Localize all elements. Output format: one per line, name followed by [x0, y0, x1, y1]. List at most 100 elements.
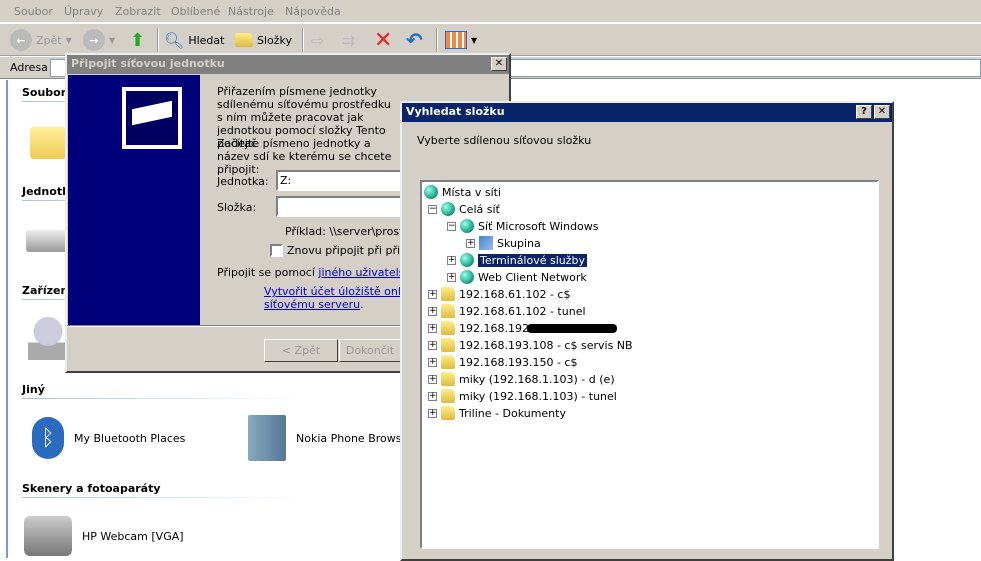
expand-toggle-icon[interactable]: + — [428, 391, 437, 401]
delete-icon[interactable]: ✕ — [374, 24, 392, 56]
share-icon — [441, 321, 455, 335]
list-item-webcam[interactable]: HP Webcam [VGA] — [24, 516, 184, 556]
tree-item[interactable]: +192.168.61.102 - c$ — [428, 286, 570, 302]
folders-icon — [235, 33, 253, 47]
toolbar-divider — [436, 28, 438, 52]
expand-toggle-icon[interactable]: + — [428, 306, 437, 316]
tree-item-label: Web Client Network — [478, 270, 587, 284]
tree-item[interactable]: + Skupina — [466, 235, 541, 251]
folders-button[interactable]: Složky — [235, 24, 292, 56]
expand-toggle-icon[interactable]: + — [428, 289, 437, 299]
menu-bar: Soubor Úpravy Zobrazit Oblíbené Nástroje… — [0, 0, 981, 23]
help-button[interactable]: ? — [856, 105, 872, 119]
expand-toggle-icon[interactable]: − — [428, 204, 437, 214]
folders-label: Složky — [257, 33, 293, 47]
tree-item[interactable]: − Síť Microsoft Windows — [447, 218, 599, 234]
share-icon — [441, 355, 455, 369]
tree-item[interactable]: − Celá síť — [428, 201, 500, 217]
redaction-mark — [526, 323, 617, 333]
bluetooth-icon: ᛒ — [32, 417, 64, 459]
list-item-bluetooth[interactable]: ᛒ My Bluetooth Places — [32, 417, 185, 459]
expand-toggle-icon[interactable]: + — [466, 238, 475, 248]
search-button[interactable]: 🔍︎ Hledat — [164, 24, 224, 56]
expand-toggle-icon[interactable]: − — [447, 221, 456, 231]
tree-item[interactable]: + Terminálové služby — [447, 252, 588, 268]
folder-input[interactable] — [276, 196, 404, 217]
tree-item-label: 192.168.192 — [459, 321, 529, 335]
folder-label: Složka: — [217, 201, 257, 214]
expand-toggle-icon[interactable]: + — [428, 408, 437, 418]
globe-icon — [441, 202, 455, 216]
dialog-title-bar: Vyhledat složku ? ✕ — [402, 103, 892, 122]
toolbar-divider — [302, 28, 304, 52]
globe-icon — [460, 219, 474, 233]
back-button[interactable]: ← Zpět ▼ — [10, 24, 72, 56]
tree-item[interactable]: + miky (192.168.1.103) - tunel — [428, 388, 617, 404]
menu-nastroje[interactable]: Nástroje — [228, 5, 274, 18]
folder-icon[interactable] — [30, 127, 66, 159]
close-button[interactable]: ✕ — [491, 57, 507, 71]
dialog-title-bar: Připojit síťovou jednotku ✕ — [67, 55, 509, 74]
folder-tree[interactable]: Místa v síti − Celá síť − Síť Microsoft Wind… — [420, 180, 879, 549]
expand-toggle-icon[interactable]: + — [428, 323, 437, 333]
tree-item[interactable]: Místa v síti — [424, 184, 501, 200]
list-item-nokia[interactable]: Nokia Phone Browser — [248, 415, 413, 461]
share-icon — [441, 406, 455, 420]
menu-oblibene[interactable]: Oblíbené — [171, 5, 220, 18]
up-folder-icon[interactable]: ⬆ — [130, 24, 145, 56]
back-arrow-icon: ← — [10, 29, 32, 51]
tree-item-label: Síť Microsoft Windows — [478, 219, 599, 233]
tree-item-label: 192.168.193.108 - c$ servis NB — [459, 338, 633, 352]
tree-item-label: 192.168.61.102 - tunel — [459, 304, 586, 318]
drive-select[interactable] — [276, 170, 404, 191]
file-cabinet-icon — [248, 415, 286, 461]
menu-upravy[interactable]: Úpravy — [64, 5, 103, 18]
share-icon — [441, 304, 455, 318]
views-button[interactable]: ▼ — [445, 24, 477, 56]
expand-toggle-icon[interactable]: + — [447, 255, 456, 265]
tree-item[interactable]: + miky (192.168.1.103) - d (e) — [428, 371, 615, 387]
tree-item[interactable]: + Web Client Network — [447, 269, 587, 285]
prompt-text: Vyberte sdílenou síťovou složku — [417, 134, 592, 147]
online-storage-link[interactable]: Vytvořit účet úložiště online — [264, 285, 418, 298]
tree-item-label: Místa v síti — [442, 185, 501, 199]
tree-item-label: 192.168.193.150 - c$ — [459, 355, 578, 369]
tree-item-label: miky (192.168.1.103) - d (e) — [459, 372, 615, 386]
finish-button[interactable]: Dokončit — [339, 339, 401, 362]
menu-napoveda[interactable]: Nápověda — [285, 5, 341, 18]
close-button[interactable]: ✕ — [874, 105, 890, 119]
tree-item[interactable]: +192.168.193.150 - c$ — [428, 354, 577, 370]
forward-button[interactable]: → ▼ — [83, 24, 115, 56]
menu-zobrazit[interactable]: Zobrazit — [115, 5, 161, 18]
cd-drive-icon[interactable] — [28, 316, 68, 360]
expand-toggle-icon[interactable]: + — [447, 272, 456, 282]
share-icon — [441, 287, 455, 301]
tree-item[interactable]: +192.168.193.108 - c$ servis NB — [428, 337, 633, 353]
webcam-icon — [24, 516, 72, 556]
online-storage-link[interactable]: síťovému serveru — [264, 298, 360, 311]
connect-as-text: Připojit se pomocí — [217, 266, 319, 279]
tree-item[interactable]: + Triline - Dokumenty — [428, 405, 566, 421]
expand-toggle-icon[interactable]: + — [428, 340, 437, 350]
menu-soubor[interactable]: Soubor — [14, 5, 53, 18]
back-button[interactable]: < Zpět — [264, 339, 338, 362]
back-label: Zpět — [36, 33, 62, 47]
tree-item[interactable]: +192.168.192 — [428, 320, 617, 336]
divider — [67, 325, 407, 327]
expand-toggle-icon[interactable]: + — [428, 357, 437, 367]
move-to-icon[interactable]: ⇨ — [311, 24, 324, 56]
expand-toggle-icon[interactable]: + — [428, 374, 437, 384]
undo-icon[interactable]: ↶ — [406, 24, 423, 56]
reconnect-checkbox[interactable] — [270, 244, 283, 257]
wizard-banner — [68, 75, 200, 325]
tree-item[interactable]: +192.168.61.102 - tunel — [428, 303, 586, 319]
globe-icon — [460, 270, 474, 284]
item-label: Nokia Phone Browser — [296, 431, 413, 445]
copy-to-icon[interactable]: ⇉ — [342, 24, 355, 56]
hard-drive-icon[interactable] — [26, 230, 68, 252]
address-label: Adresa — [10, 61, 48, 74]
dialog-title: Připojit síťovou jednotku — [71, 57, 225, 70]
group-other: Jiný — [22, 383, 45, 396]
tree-item-label: Skupina — [497, 236, 541, 250]
search-icon: 🔍︎ — [164, 30, 185, 50]
